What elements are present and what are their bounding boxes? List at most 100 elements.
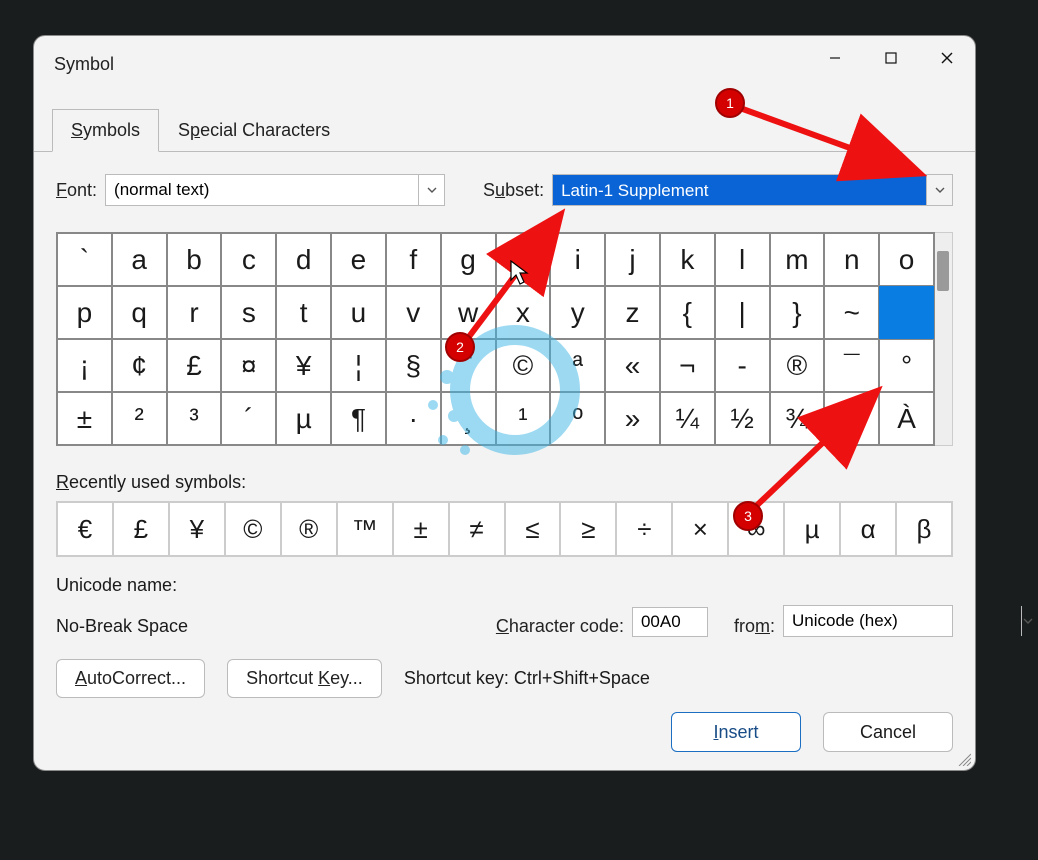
symbol-cell[interactable]: ~ [824,286,879,339]
symbol-cell[interactable]: | [715,286,770,339]
autocorrect-button[interactable]: AutoCorrect... [56,659,205,698]
symbol-cell[interactable]: ¬ [660,339,715,392]
symbol-cell[interactable]: £ [167,339,222,392]
symbol-cell[interactable] [879,286,934,339]
recent-symbol-cell[interactable]: © [225,502,281,556]
symbol-cell[interactable]: { [660,286,715,339]
symbol-cell[interactable]: « [605,339,660,392]
symbol-cell[interactable]: ` [57,233,112,286]
symbol-cell[interactable]: ¿ [824,392,879,445]
symbol-cell[interactable]: f [386,233,441,286]
insert-button[interactable]: Insert [671,712,801,752]
recent-symbol-cell[interactable]: ∞ [728,502,784,556]
symbol-cell[interactable]: l [715,233,770,286]
symbol-cell[interactable]: ® [770,339,825,392]
symbol-cell[interactable]: c [221,233,276,286]
recent-symbol-cell[interactable]: ™ [337,502,393,556]
symbol-cell[interactable]: ¾ [770,392,825,445]
symbol-cell[interactable]: g [441,233,496,286]
symbol-cell[interactable]: t [276,286,331,339]
symbol-cell[interactable]: ± [57,392,112,445]
recent-grid[interactable]: €£¥©®™±≠≤≥÷×∞µαβ [56,501,953,557]
recent-symbol-cell[interactable]: µ [784,502,840,556]
symbol-cell[interactable]: ª [550,339,605,392]
subset-combo[interactable]: Latin-1 Supplement [552,174,953,206]
symbol-cell[interactable]: § [386,339,441,392]
recent-symbol-cell[interactable]: ≠ [449,502,505,556]
symbol-cell[interactable]: ¹ [496,392,551,445]
symbol-cell[interactable]: b [167,233,222,286]
recent-symbol-cell[interactable]: ÷ [616,502,672,556]
recent-symbol-cell[interactable]: × [672,502,728,556]
symbol-cell[interactable]: ¯ [824,339,879,392]
minimize-button[interactable] [807,36,863,80]
character-code-input[interactable] [632,607,708,637]
symbol-cell[interactable]: - [715,339,770,392]
symbol-cell[interactable]: r [167,286,222,339]
symbol-cell[interactable]: d [276,233,331,286]
from-value[interactable] [784,607,1021,635]
symbol-cell[interactable]: ³ [167,392,222,445]
maximize-button[interactable] [863,36,919,80]
shortcut-key-button[interactable]: Shortcut Key... [227,659,382,698]
symbol-cell[interactable]: n [824,233,879,286]
symbol-cell[interactable]: ¥ [276,339,331,392]
symbol-cell[interactable]: i [550,233,605,286]
symbol-cell[interactable]: ² [112,392,167,445]
font-combo[interactable] [105,174,445,206]
symbol-cell[interactable]: · [386,392,441,445]
recent-symbol-cell[interactable]: £ [113,502,169,556]
font-input[interactable] [106,176,418,204]
symbol-cell[interactable]: a [112,233,167,286]
symbol-cell[interactable]: À [879,392,934,445]
symbol-cell[interactable]: z [605,286,660,339]
subset-dropdown-button[interactable] [926,175,952,205]
tab-special-characters[interactable]: Special Characters [159,109,349,152]
recent-symbol-cell[interactable]: ≤ [505,502,561,556]
symbol-cell[interactable]: k [660,233,715,286]
recent-symbol-cell[interactable]: € [57,502,113,556]
from-dropdown-button[interactable] [1021,606,1034,636]
close-button[interactable] [919,36,975,80]
symbol-cell[interactable]: } [770,286,825,339]
symbol-cell[interactable]: q [112,286,167,339]
symbol-cell[interactable]: » [605,392,660,445]
symbol-cell[interactable]: ½ [715,392,770,445]
from-combo[interactable] [783,605,953,637]
symbol-cell[interactable]: w [441,286,496,339]
symbol-cell[interactable]: ¨ [441,339,496,392]
symbol-cell[interactable]: º [550,392,605,445]
symbol-cell[interactable]: s [221,286,276,339]
recent-symbol-cell[interactable]: β [896,502,952,556]
symbol-cell[interactable]: e [331,233,386,286]
symbol-cell[interactable]: v [386,286,441,339]
symbol-cell[interactable]: x [496,286,551,339]
recent-symbol-cell[interactable]: ¥ [169,502,225,556]
symbol-cell[interactable]: h [496,233,551,286]
symbol-cell[interactable]: ° [879,339,934,392]
symbol-cell[interactable]: © [496,339,551,392]
cancel-button[interactable]: Cancel [823,712,953,752]
symbol-cell[interactable]: p [57,286,112,339]
recent-symbol-cell[interactable]: ± [393,502,449,556]
symbol-cell[interactable]: y [550,286,605,339]
symbol-cell[interactable]: j [605,233,660,286]
font-dropdown-button[interactable] [418,175,444,205]
recent-symbol-cell[interactable]: ® [281,502,337,556]
symbol-cell[interactable]: u [331,286,386,339]
resize-grip-icon[interactable] [955,750,971,766]
scrollbar-thumb[interactable] [937,251,949,291]
symbol-cell[interactable]: ¤ [221,339,276,392]
symbol-cell[interactable]: m [770,233,825,286]
tab-symbols[interactable]: Symbols [52,109,159,152]
symbol-grid[interactable]: `abcdefghijklmno pqrstuvwxyz{|}~ ¡¢£¤¥¦§¨©… [56,232,935,446]
symbol-cell[interactable]: ¸ [441,392,496,445]
symbol-cell[interactable]: ¶ [331,392,386,445]
symbol-cell[interactable]: µ [276,392,331,445]
symbol-cell[interactable]: ¡ [57,339,112,392]
symbol-cell[interactable]: ¢ [112,339,167,392]
symbol-cell[interactable]: ¦ [331,339,386,392]
symbol-cell[interactable]: o [879,233,934,286]
grid-scrollbar[interactable] [935,232,953,446]
symbol-cell[interactable]: ´ [221,392,276,445]
